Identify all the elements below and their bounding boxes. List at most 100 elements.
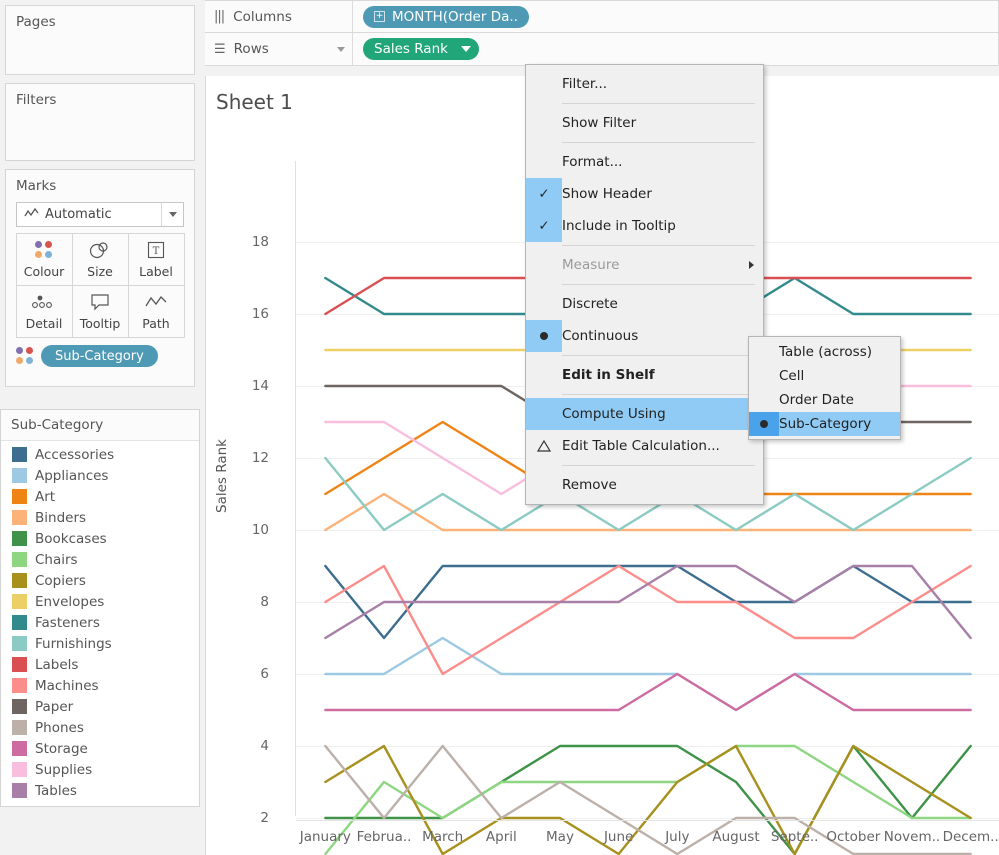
x-axis-tick-label[interactable]: Decem.. bbox=[943, 829, 999, 845]
legend-item[interactable]: Furnishings bbox=[1, 633, 199, 654]
legend-item[interactable]: Copiers bbox=[1, 570, 199, 591]
menu-item-sub-category[interactable]: Sub-Category bbox=[749, 412, 900, 436]
marks-path-button[interactable]: Path bbox=[127, 284, 185, 338]
x-axis-tick-label[interactable]: May bbox=[546, 829, 574, 845]
menu-item-edit-in-shelf[interactable]: Edit in Shelf bbox=[526, 359, 763, 391]
legend-item[interactable]: Envelopes bbox=[1, 591, 199, 612]
menu-item-show-filter[interactable]: Show Filter bbox=[526, 107, 763, 139]
chevron-down-icon[interactable] bbox=[460, 46, 471, 52]
menu-item-discrete[interactable]: Discrete bbox=[526, 288, 763, 320]
series-line[interactable] bbox=[324, 564, 972, 676]
marks-colour-button[interactable]: Colour bbox=[15, 232, 73, 286]
columns-shelf-label: ||| Columns bbox=[205, 1, 353, 32]
marks-card: Marks Automatic Colour Size T Label Deta… bbox=[5, 169, 195, 387]
menu-item-compute-using[interactable]: Compute Using bbox=[526, 398, 763, 430]
legend-item[interactable]: Storage bbox=[1, 738, 199, 759]
menu-item-mark: ✓ bbox=[526, 210, 562, 242]
shelves: ||| Columns + MONTH(Order Da.. ☰ Rows Sa… bbox=[205, 0, 999, 66]
legend-item[interactable]: Paper bbox=[1, 696, 199, 717]
menu-item-format[interactable]: Format... bbox=[526, 146, 763, 178]
marks-subcategory-pill[interactable]: Sub-Category bbox=[41, 345, 158, 367]
legend-item[interactable]: Accessories bbox=[1, 444, 199, 465]
legend-item[interactable]: Chairs bbox=[1, 549, 199, 570]
legend-item[interactable]: Supplies bbox=[1, 759, 199, 780]
y-axis-tick: 14 bbox=[251, 378, 269, 394]
menu-item-cell[interactable]: Cell bbox=[749, 364, 900, 388]
legend-item-label: Labels bbox=[35, 656, 79, 673]
y-axis-tick: 16 bbox=[251, 306, 269, 322]
legend-swatch bbox=[12, 762, 27, 777]
x-axis-tick-label[interactable]: June bbox=[604, 829, 633, 845]
menu-item-label: Filter... bbox=[562, 76, 608, 92]
x-axis-tick-label[interactable]: March bbox=[422, 829, 463, 845]
legend-swatch bbox=[12, 636, 27, 651]
compute-using-submenu[interactable]: Table (across) Cell Order Date Sub-Category bbox=[748, 336, 901, 440]
pages-title: Pages bbox=[16, 14, 56, 30]
x-axis-tick-label[interactable]: Septe.. bbox=[771, 829, 819, 845]
x-axis-tick-label[interactable]: January bbox=[300, 829, 351, 845]
menu-item-table-across[interactable]: Table (across) bbox=[749, 340, 900, 364]
marks-tooltip-button[interactable]: Tooltip bbox=[71, 284, 129, 338]
legend-item-label: Binders bbox=[35, 509, 87, 526]
menu-separator bbox=[562, 103, 755, 104]
field-context-menu[interactable]: Filter... Show Filter Format... ✓ Show Heade… bbox=[525, 64, 764, 505]
x-axis-tick-label[interactable]: Februa.. bbox=[357, 829, 412, 845]
columns-pill-label: MONTH(Order Da.. bbox=[392, 8, 518, 25]
menu-item-mark bbox=[526, 320, 562, 352]
menu-item-mark bbox=[526, 146, 562, 178]
legend-swatch bbox=[12, 720, 27, 735]
menu-item-label: Continuous bbox=[562, 328, 639, 344]
series-line[interactable] bbox=[324, 672, 972, 712]
legend-item[interactable]: Machines bbox=[1, 675, 199, 696]
delta-icon bbox=[537, 440, 551, 452]
menu-item-continuous[interactable]: Continuous bbox=[526, 320, 763, 352]
menu-item-filter[interactable]: Filter... bbox=[526, 68, 763, 100]
legend-item[interactable]: Phones bbox=[1, 717, 199, 738]
pages-card[interactable]: Pages bbox=[5, 5, 195, 75]
series-line[interactable] bbox=[324, 636, 972, 712]
columns-shelf[interactable]: ||| Columns + MONTH(Order Da.. bbox=[205, 0, 999, 33]
legend-item[interactable]: Art bbox=[1, 486, 199, 507]
menu-item-remove[interactable]: Remove bbox=[526, 469, 763, 501]
x-axis-tick-label[interactable]: July bbox=[665, 829, 689, 845]
rows-pill-label: Sales Rank bbox=[374, 41, 448, 57]
y-axis-tick: 10 bbox=[251, 522, 269, 538]
legend-item[interactable]: Bookcases bbox=[1, 528, 199, 549]
chevron-down-icon[interactable] bbox=[337, 46, 345, 52]
menu-item-show-header[interactable]: ✓ Show Header bbox=[526, 178, 763, 210]
legend-item-label: Copiers bbox=[35, 572, 86, 589]
colour-legend: Sub-Category Accessories Appliances Art Bin… bbox=[0, 409, 200, 807]
legend-swatch bbox=[12, 594, 27, 609]
legend-item[interactable]: Tables bbox=[1, 780, 199, 801]
legend-item-label: Furnishings bbox=[35, 635, 112, 652]
marks-type-dropdown[interactable]: Automatic bbox=[16, 202, 184, 227]
x-axis-tick-label[interactable]: August bbox=[712, 829, 759, 845]
legend-item[interactable]: Fasteners bbox=[1, 612, 199, 633]
legend-swatch bbox=[12, 510, 27, 525]
x-axis-tick-label[interactable]: October bbox=[826, 829, 880, 845]
marks-size-button[interactable]: Size bbox=[71, 232, 129, 286]
chevron-down-icon[interactable] bbox=[161, 203, 183, 226]
menu-item-include-in-tooltip[interactable]: ✓ Include in Tooltip bbox=[526, 210, 763, 242]
series-line[interactable] bbox=[324, 564, 972, 640]
marks-detail-button[interactable]: Detail bbox=[15, 284, 73, 338]
legend-item[interactable]: Appliances bbox=[1, 465, 199, 486]
marks-label-button[interactable]: T Label bbox=[127, 232, 185, 286]
legend-item[interactable]: Labels bbox=[1, 654, 199, 675]
expand-plus-icon[interactable]: + bbox=[374, 11, 385, 22]
rows-shelf[interactable]: ☰ Rows Sales Rank bbox=[205, 33, 999, 66]
x-axis-tick-label[interactable]: April bbox=[486, 829, 517, 845]
y-axis-tick: 2 bbox=[260, 810, 269, 826]
x-axis-tick-label[interactable]: Novem.. bbox=[884, 829, 940, 845]
filters-card[interactable]: Filters bbox=[5, 83, 195, 161]
menu-item-edit-table-calculation[interactable]: Edit Table Calculation... bbox=[526, 430, 763, 462]
svg-text:T: T bbox=[153, 246, 160, 257]
chevron-right-icon bbox=[749, 261, 754, 269]
menu-item-label: Sub-Category bbox=[779, 416, 872, 432]
legend-item[interactable]: Binders bbox=[1, 507, 199, 528]
menu-item-order-date[interactable]: Order Date bbox=[749, 388, 900, 412]
rows-pill-sales-rank[interactable]: Sales Rank bbox=[363, 38, 479, 60]
legend-item-label: Appliances bbox=[35, 467, 109, 484]
menu-separator bbox=[562, 142, 755, 143]
columns-pill-month-order-date[interactable]: + MONTH(Order Da.. bbox=[363, 5, 529, 28]
